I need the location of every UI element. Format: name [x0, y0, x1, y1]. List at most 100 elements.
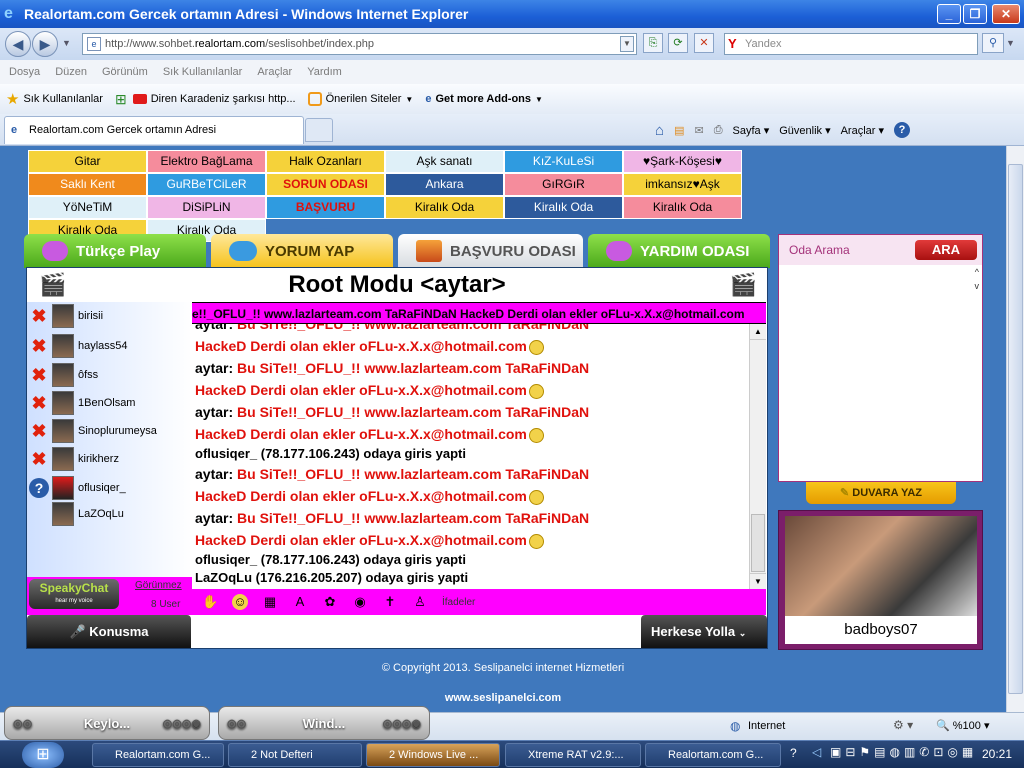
kick-user-icon[interactable]: ✖ [29, 336, 49, 356]
fav-item-addons[interactable]: e Get more Add-ons ▼ [425, 93, 543, 105]
address-bar[interactable]: e http://www.sohbet. realortam.com/seslis… [82, 33, 637, 55]
maximize-button[interactable]: ❐ [963, 4, 987, 24]
minimize-button[interactable]: _ [937, 4, 961, 24]
protected-mode-icon[interactable]: ⚙ ▾ [893, 718, 913, 732]
close-button[interactable]: ✕ [992, 4, 1020, 24]
unknown-user-icon[interactable]: ? [29, 478, 49, 498]
talk-button[interactable]: 🎤 Konusma [27, 615, 191, 648]
taskbar-item[interactable]: 2 Not Defteri [228, 743, 362, 767]
scroll-down-icon[interactable]: v [975, 281, 980, 291]
back-button[interactable]: ◀ [5, 31, 31, 57]
room-button[interactable]: GuRBeTCiLeR [147, 173, 266, 196]
kick-user-icon[interactable]: ✖ [29, 421, 49, 441]
search-options-icon[interactable]: ▼ [1006, 38, 1015, 48]
kick-user-icon[interactable]: ✖ [29, 306, 49, 326]
user-row[interactable]: ✖ 1BenOlsam [27, 389, 192, 417]
message-speaker[interactable]: aytar: [195, 466, 233, 482]
room-button[interactable]: KıZ-KuLeSi [504, 150, 623, 173]
room-button[interactable]: Saklı Kent [28, 173, 147, 196]
kick-user-icon[interactable]: ✖ [29, 393, 49, 413]
send-to-all-select[interactable]: Herkese Yolla ⌄ [641, 615, 767, 648]
emoticons-label[interactable]: İfadeler [442, 597, 475, 608]
taskbar-item[interactable]: Xtreme RAT v2.9:... [505, 743, 641, 767]
desktop-widget-windows[interactable]: ◎◎ Wind... ◎◎◎◉ [218, 706, 430, 740]
user-row[interactable]: ✖ birisii [27, 302, 192, 330]
avatar[interactable] [52, 447, 74, 471]
print-icon[interactable]: ⎙ [714, 124, 723, 137]
menu-help[interactable]: Yardım [307, 66, 342, 78]
stop-icon[interactable]: ✕ [694, 33, 714, 53]
user-row[interactable]: ✖ kirikherz [27, 445, 192, 473]
taskbar-item[interactable]: Realortam.com G... [645, 743, 781, 767]
favorites-button[interactable]: ★ Sık Kullanılanlar [6, 90, 103, 108]
tools-menu[interactable]: Araçlar ▾ [841, 124, 884, 137]
tray-icons[interactable]: ▣⊟⚑▤◍▥✆⊡◎▦ [830, 745, 977, 759]
kick-user-icon[interactable]: ✖ [29, 449, 49, 469]
avatar[interactable] [52, 334, 74, 358]
figure-icon[interactable]: ✝ [382, 594, 398, 610]
compatibility-icon[interactable]: ⎘ [643, 33, 663, 53]
new-tab-button[interactable] [305, 118, 333, 142]
site-link[interactable]: www.seslipanelci.com [0, 692, 1006, 704]
color-icon[interactable]: ✿ [322, 594, 338, 610]
menu-tools[interactable]: Araçlar [257, 66, 292, 78]
message-speaker[interactable]: aytar: [195, 404, 233, 420]
user-row[interactable]: ✖ Sinoplurumeysa [27, 417, 192, 445]
eye-icon[interactable]: ◉ [352, 594, 368, 610]
user-row[interactable]: ? oflusiqer_ [27, 474, 192, 502]
forward-button[interactable]: ▶ [32, 31, 58, 57]
home-icon[interactable]: ⌂ [655, 122, 664, 139]
start-button[interactable]: ⊞ [22, 742, 64, 768]
chat-scrollbar[interactable]: ▲ ▼ [749, 324, 766, 589]
film-icon[interactable]: ▦ [262, 594, 278, 610]
taskbar-item[interactable]: 2 Windows Live ... [366, 743, 500, 767]
invisible-link[interactable]: Görünmez [135, 580, 182, 591]
message-speaker[interactable]: aytar: [195, 324, 233, 332]
write-on-wall-button[interactable]: ✎ DUVARA YAZ [806, 482, 956, 504]
tray-arrow-icon[interactable]: ◁ [812, 745, 821, 759]
add-favorite-icon[interactable]: ⊞ [115, 91, 127, 108]
font-icon[interactable]: A [292, 594, 308, 610]
help-tray-icon[interactable]: ? [790, 746, 797, 760]
room-button[interactable]: Aşk sanatı [385, 150, 504, 173]
browser-tab-active[interactable]: e Realortam.com Gercek ortamın Adresi [4, 116, 304, 144]
mail-icon[interactable]: ✉ [694, 124, 703, 137]
fav-item-suggested-sites[interactable]: Önerilen Siteler ▼ [307, 92, 413, 106]
user-row[interactable]: ✖ ôfss [27, 361, 192, 389]
profile-photo[interactable] [785, 516, 977, 616]
help-icon[interactable]: ? [894, 122, 911, 138]
room-button[interactable]: Halk Ozanları [266, 150, 385, 173]
scroll-up-icon[interactable]: ^ [975, 267, 979, 277]
avatar[interactable] [52, 363, 74, 387]
refresh-icon[interactable]: ⟳ [668, 33, 688, 53]
scroll-down-icon[interactable]: ▼ [750, 573, 766, 589]
avatar[interactable] [52, 391, 74, 415]
address-dropdown-icon[interactable]: ▼ [620, 36, 634, 52]
room-button[interactable]: YöNeTiM [28, 196, 147, 219]
bell-icon[interactable]: ♙ [412, 594, 428, 610]
page-scrollbar[interactable] [1006, 146, 1024, 712]
room-button[interactable]: GıRGıR [504, 173, 623, 196]
menu-edit[interactable]: Düzen [55, 66, 87, 78]
history-dropdown-icon[interactable]: ▼ [62, 38, 71, 48]
user-row[interactable]: ✖ haylass54 [27, 332, 192, 360]
zoom-level[interactable]: 🔍 %100 ▾ [936, 719, 989, 732]
room-button[interactable]: DiSiPLiN [147, 196, 266, 219]
message-speaker[interactable]: aytar: [195, 360, 233, 376]
room-button[interactable]: Elektro BağLama [147, 150, 266, 173]
menu-favorites[interactable]: Sık Kullanılanlar [163, 66, 243, 78]
room-button[interactable]: SORUN ODASI [266, 173, 385, 196]
avatar[interactable] [52, 476, 74, 500]
desktop-widget-keylogger[interactable]: ◎◎ Keylo... ◎◎◎◉ [4, 706, 210, 740]
kick-user-icon[interactable]: ✖ [29, 365, 49, 385]
page-menu[interactable]: Sayfa ▾ [733, 124, 770, 137]
room-button[interactable]: Kiralık Oda [385, 196, 504, 219]
avatar[interactable] [52, 304, 74, 328]
search-button[interactable]: ARA [915, 240, 977, 260]
tab-yorum-yap[interactable]: YORUM YAP [211, 234, 393, 268]
room-button[interactable]: Kiralık Oda [623, 196, 742, 219]
room-button[interactable]: imkansız♥Aşk [623, 173, 742, 196]
scroll-thumb[interactable] [751, 514, 765, 572]
message-speaker[interactable]: aytar: [195, 510, 233, 526]
room-button[interactable]: Gitar [28, 150, 147, 173]
